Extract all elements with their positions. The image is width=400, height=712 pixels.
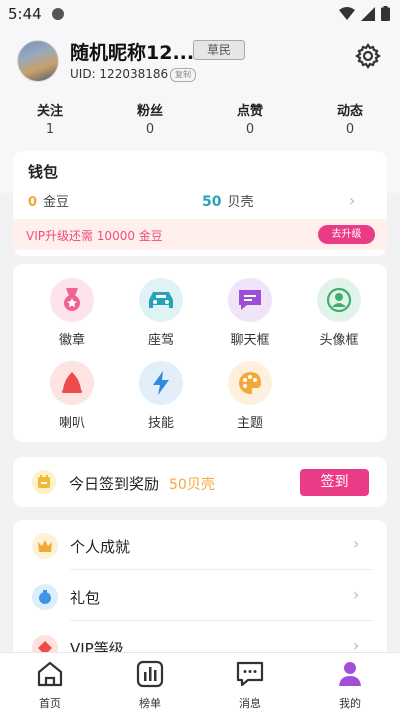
wifi-icon (339, 7, 355, 20)
feature-label: 喇叭 (58, 416, 85, 431)
feature-label: 徽章 (58, 333, 85, 348)
tab-label: 榜单 (139, 697, 161, 710)
tab-leaderboard[interactable]: 榜单 (110, 659, 190, 711)
stat-posts[interactable]: 动态 0 (300, 100, 400, 140)
feature-badge[interactable]: 徽章 (37, 278, 107, 348)
wallet-title: 钱包 (28, 163, 59, 181)
avatar-frame-icon (317, 278, 361, 322)
car-icon (139, 278, 183, 322)
feature-horn[interactable]: 喇叭 (37, 361, 107, 431)
gold-amount: 0 (28, 195, 38, 210)
status-icons (339, 6, 390, 21)
vip-upgrade-text: VIP升级还需 10000 金豆 (26, 229, 163, 243)
signal-icon (361, 6, 375, 21)
message-icon (236, 661, 264, 687)
battery-icon (381, 6, 390, 21)
feature-car[interactable]: 座驾 (126, 278, 196, 348)
tab-messages[interactable]: 消息 (210, 659, 290, 711)
uid-text: UID: 122038186 (70, 67, 169, 81)
lightning-icon (139, 361, 183, 405)
crown-icon (32, 533, 58, 559)
profile-icon (339, 662, 361, 686)
home-icon (37, 661, 63, 687)
divider (70, 620, 373, 621)
stat-label: 关注 (36, 104, 63, 119)
feature-label: 主题 (236, 416, 263, 431)
horn-icon (50, 361, 94, 405)
rank-badge: 草民 (193, 40, 245, 60)
stat-label: 粉丝 (136, 104, 163, 119)
menu-label: 个人成就 (70, 538, 131, 556)
feature-avatar-frame[interactable]: 头像框 (304, 278, 374, 348)
feature-label: 聊天框 (230, 333, 270, 348)
shell-amount: 50 (202, 194, 222, 210)
wallet-card[interactable]: 钱包 0 金豆 50 贝壳 › VIP升级还需 10000 金豆 去升级 (13, 151, 387, 256)
gold-balance: 0 金豆 (28, 191, 69, 210)
menu-item-gift-pack[interactable]: 礼包 › (13, 571, 387, 621)
calendar-icon (32, 470, 56, 494)
avatar[interactable] (17, 40, 59, 82)
shell-balance: 50 贝壳 (202, 191, 254, 210)
stats-row: 关注 1 粉丝 0 点赞 0 动态 0 (0, 100, 400, 140)
checkin-text: 今日签到奖励 (69, 475, 160, 493)
stat-value: 1 (45, 122, 55, 137)
palette-icon (228, 361, 272, 405)
feature-label: 技能 (147, 416, 174, 431)
bottom-tab-bar: 首页 榜单 消息 我的 (0, 652, 400, 712)
upgrade-button[interactable]: 去升级 (318, 225, 375, 244)
stat-fans[interactable]: 粉丝 0 (100, 100, 200, 140)
tab-label: 消息 (239, 697, 261, 710)
vip-upgrade-strip: VIP升级还需 10000 金豆 去升级 (13, 219, 387, 250)
shell-label: 贝壳 (227, 195, 254, 210)
feature-chat-frame[interactable]: 聊天框 (215, 278, 285, 348)
chevron-right-icon: › (353, 585, 360, 604)
gift-bag-icon (32, 584, 58, 610)
chevron-right-icon: › (353, 534, 360, 553)
menu-card: 个人成就 › 礼包 › VIP等级 › (13, 520, 387, 660)
chart-icon (136, 660, 164, 688)
tab-home[interactable]: 首页 (10, 659, 90, 711)
menu-label: 礼包 (70, 589, 101, 607)
stat-value: 0 (345, 122, 355, 137)
stat-label: 点赞 (236, 104, 263, 119)
stat-value: 0 (245, 122, 255, 137)
feature-label: 座驾 (147, 333, 174, 348)
medal-icon (50, 278, 94, 322)
status-time: 5:44 (8, 5, 42, 23)
features-card: 徽章 座驾 聊天框 头像框 喇叭 技能 主题 (13, 264, 387, 442)
notification-dot-icon (52, 8, 64, 20)
stat-following[interactable]: 关注 1 (0, 100, 100, 140)
tab-mine[interactable]: 我的 (310, 659, 390, 711)
settings-gear-icon[interactable] (354, 42, 382, 70)
gold-label: 金豆 (43, 195, 70, 210)
nickname[interactable]: 随机昵称12... (70, 38, 194, 65)
tab-label: 首页 (39, 697, 61, 710)
chevron-right-icon: › (349, 191, 356, 210)
stat-label: 动态 (336, 104, 363, 119)
copy-uid-button[interactable]: 复制 (170, 68, 196, 82)
chat-frame-icon (228, 278, 272, 322)
status-bar: 5:44 (0, 0, 400, 28)
checkin-button[interactable]: 签到 (300, 469, 369, 496)
feature-label: 头像框 (319, 333, 359, 348)
tab-label: 我的 (339, 697, 361, 710)
checkin-card: 今日签到奖励 50贝壳 签到 (13, 457, 387, 507)
feature-skill[interactable]: 技能 (126, 361, 196, 431)
stat-likes[interactable]: 点赞 0 (200, 100, 300, 140)
divider (70, 569, 373, 570)
stat-value: 0 (145, 122, 155, 137)
feature-theme[interactable]: 主题 (215, 361, 285, 431)
checkin-reward: 50贝壳 (169, 477, 215, 493)
menu-item-achievements[interactable]: 个人成就 › (13, 520, 387, 570)
